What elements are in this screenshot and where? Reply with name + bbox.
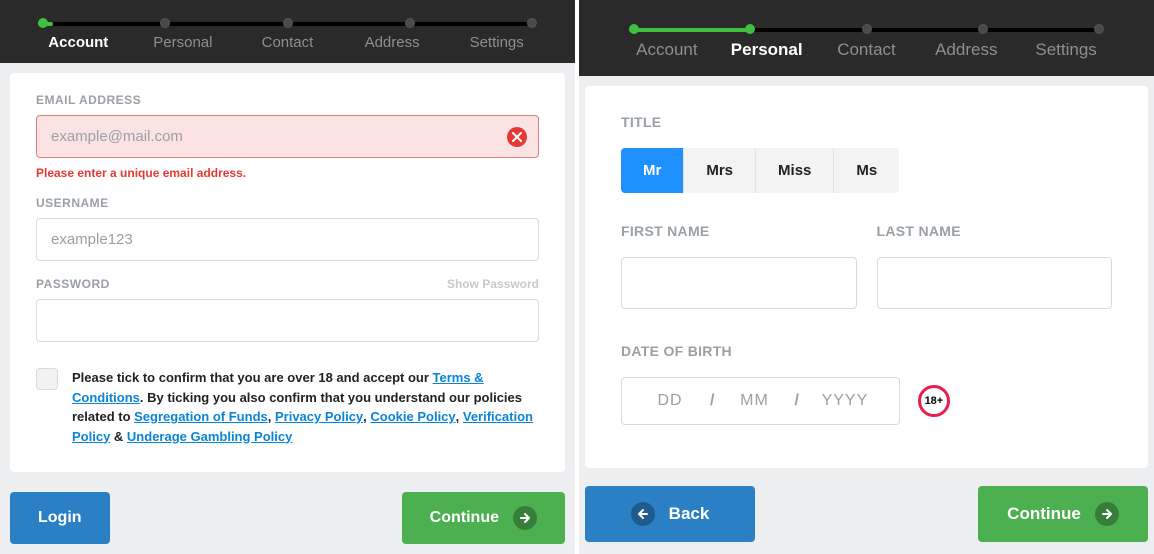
step-label-contact[interactable]: Contact [817, 40, 917, 60]
step-label-settings[interactable]: Settings [444, 34, 549, 51]
arrow-right-icon [513, 506, 537, 530]
step-dot-settings[interactable] [1094, 24, 1104, 34]
consent-text: Please tick to confirm that you are over… [72, 368, 539, 446]
consent-row: Please tick to confirm that you are over… [36, 368, 539, 446]
email-label: EMAIL ADDRESS [36, 93, 539, 107]
step-dot-address[interactable] [978, 24, 988, 34]
step-dot-settings[interactable] [527, 18, 537, 28]
error-icon [507, 127, 527, 147]
title-option-ms[interactable]: Ms [834, 148, 899, 193]
step-label-personal[interactable]: Personal [717, 40, 817, 60]
firstname-field[interactable] [621, 257, 857, 309]
dob-input: / / [621, 377, 900, 425]
dob-month[interactable] [730, 392, 778, 410]
dob-year[interactable] [815, 392, 875, 410]
personal-footer: Back Continue [579, 478, 1154, 554]
step-label-contact[interactable]: Contact [235, 34, 340, 51]
arrow-right-icon [1095, 502, 1119, 526]
dob-day[interactable] [646, 392, 694, 410]
step-dot-personal[interactable] [745, 24, 755, 34]
arrow-left-icon [631, 502, 655, 526]
step-dot-contact[interactable] [862, 24, 872, 34]
step-label-address[interactable]: Address [916, 40, 1016, 60]
step-dot-account[interactable] [38, 18, 48, 28]
stepper-account: Account Personal Contact Address Setting… [0, 0, 575, 63]
title-option-mrs[interactable]: Mrs [684, 148, 756, 193]
firstname-label: FIRST NAME [621, 223, 857, 239]
title-option-mr[interactable]: Mr [621, 148, 684, 193]
dob-sep: / [710, 392, 714, 410]
account-panel: Account Personal Contact Address Setting… [0, 0, 575, 554]
lastname-label: LAST NAME [877, 223, 1113, 239]
title-selector: Mr Mrs Miss Ms [621, 148, 899, 193]
personal-card: TITLE Mr Mrs Miss Ms FIRST NAME LAST NAM… [585, 86, 1148, 468]
username-field[interactable] [36, 218, 539, 261]
account-card: EMAIL ADDRESS Please enter a unique emai… [10, 73, 565, 472]
continue-button[interactable]: Continue [402, 492, 565, 544]
login-button[interactable]: Login [10, 492, 110, 544]
back-button[interactable]: Back [585, 486, 755, 542]
step-label-settings[interactable]: Settings [1016, 40, 1116, 60]
title-option-miss[interactable]: Miss [756, 148, 834, 193]
link-underage[interactable]: Underage Gambling Policy [127, 429, 292, 444]
account-footer: Login Continue [0, 482, 575, 554]
step-dot-personal[interactable] [160, 18, 170, 28]
step-dot-account[interactable] [629, 24, 639, 34]
step-label-personal[interactable]: Personal [131, 34, 236, 51]
email-field[interactable] [36, 115, 539, 158]
personal-panel: Account Personal Contact Address Setting… [579, 0, 1154, 554]
title-label: TITLE [621, 114, 1112, 130]
step-dot-address[interactable] [405, 18, 415, 28]
continue-button[interactable]: Continue [978, 486, 1148, 542]
link-cookie[interactable]: Cookie Policy [370, 409, 455, 424]
email-error-text: Please enter a unique email address. [36, 166, 539, 180]
dob-label: DATE OF BIRTH [621, 343, 1112, 359]
link-segregation[interactable]: Segregation of Funds [134, 409, 268, 424]
step-dot-contact[interactable] [283, 18, 293, 28]
show-password-toggle[interactable]: Show Password [447, 277, 539, 291]
step-label-account[interactable]: Account [26, 34, 131, 51]
dob-sep: / [794, 392, 798, 410]
consent-checkbox[interactable] [36, 368, 58, 390]
password-field[interactable] [36, 299, 539, 342]
step-label-account[interactable]: Account [617, 40, 717, 60]
step-label-address[interactable]: Address [340, 34, 445, 51]
username-label: USERNAME [36, 196, 539, 210]
stepper-personal: Account Personal Contact Address Setting… [579, 0, 1154, 76]
age-badge-icon: 18+ [918, 385, 950, 417]
lastname-field[interactable] [877, 257, 1113, 309]
link-privacy[interactable]: Privacy Policy [275, 409, 363, 424]
